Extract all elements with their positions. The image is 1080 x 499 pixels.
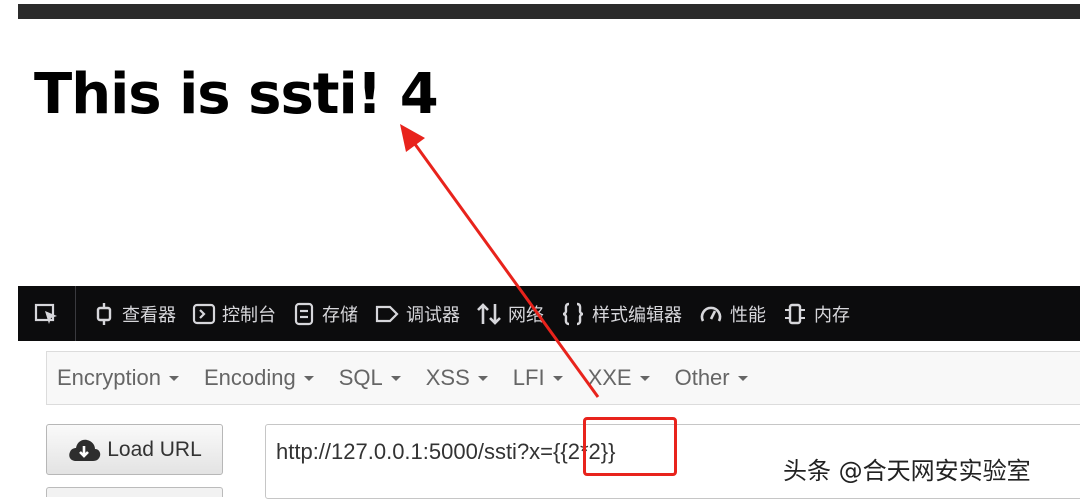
watermark-text: 头条 @合天网安实验室 — [783, 457, 1031, 485]
annotation-arrow — [400, 124, 600, 398]
